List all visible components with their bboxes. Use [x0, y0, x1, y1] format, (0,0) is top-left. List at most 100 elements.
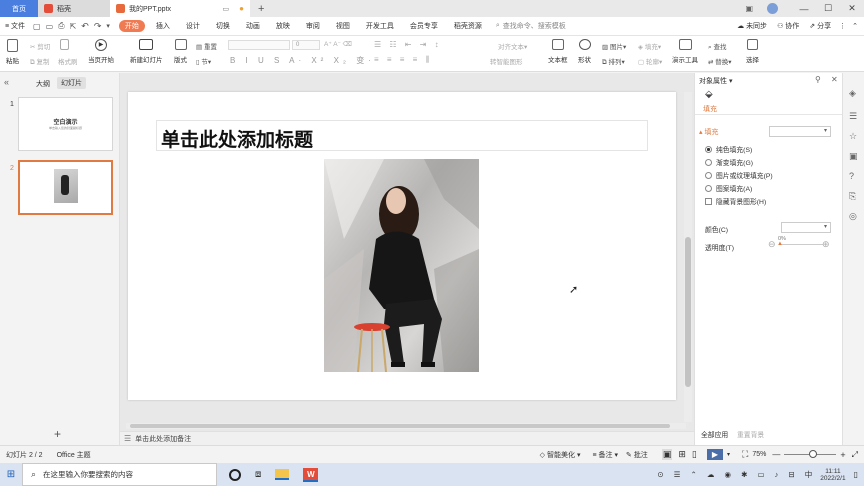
style-icon[interactable]: ◈ [849, 88, 856, 99]
zoom-level[interactable]: 75% [752, 451, 766, 458]
pin-icon[interactable]: ⚲ [815, 75, 821, 84]
slide-thumbnail[interactable]: 空白演示 单击输入您的封面副标题 [18, 97, 113, 151]
fill-option-picture[interactable]: 图片或纹理填充(P) [705, 170, 773, 180]
menu-docer[interactable]: 稻壳资源 [446, 17, 490, 36]
menu-home[interactable]: 开始 [118, 20, 145, 32]
hide-background-checkbox[interactable]: 隐藏背景图形(H) [705, 196, 766, 206]
print-icon[interactable]: ⎙ [58, 21, 64, 31]
tab-home[interactable]: 首页 [0, 0, 38, 17]
layout-button[interactable]: 版式 [174, 39, 187, 64]
horizontal-scroll-thumb[interactable] [130, 424, 670, 428]
undo-icon[interactable]: ↶ [81, 21, 89, 32]
textbox-button[interactable]: 文本框 [548, 39, 568, 64]
outline-button[interactable]: ▢ 轮廓▾ [638, 56, 662, 66]
wps-app-icon[interactable]: W [303, 467, 319, 482]
fit-window-icon[interactable]: ⛶ [742, 449, 748, 460]
align-group[interactable]: ≡ ≡ ≡ ≡ ⫼ [374, 55, 432, 65]
minimize-button[interactable]: — [792, 4, 816, 14]
menu-design[interactable]: 设计 [178, 17, 208, 36]
transparency-slider[interactable] [779, 244, 823, 245]
ime-indicator[interactable]: 中 [805, 469, 813, 480]
reset-button[interactable]: ▤ 重置 [196, 41, 217, 51]
save-icon[interactable]: ▢ [33, 22, 41, 31]
vertical-scrollbar[interactable] [684, 92, 692, 422]
plus-circle-icon[interactable]: ⊕ [822, 239, 830, 250]
add-slide-button[interactable]: + [54, 427, 61, 441]
fill-option-gradient[interactable]: 渐变填充(G) [705, 157, 753, 167]
reading-view-icon[interactable]: ▯ [692, 449, 697, 460]
slides-icon[interactable]: ▣ [849, 151, 858, 162]
align-text-button[interactable]: 对齐文本▾ [498, 41, 527, 51]
from-current-button[interactable]: ▶ 当页开始 [88, 39, 114, 64]
smartart-button[interactable]: 转智能图形 [490, 56, 523, 66]
help-icon[interactable]: ? [849, 171, 854, 181]
select-button[interactable]: 选择 [746, 39, 759, 64]
new-tab-button[interactable]: + [250, 3, 272, 15]
new-slide-button[interactable]: 新建幻灯片 [130, 39, 163, 64]
more-icon[interactable]: ⋮ [839, 22, 846, 30]
replace-button[interactable]: ⇄ 替换▾ [708, 56, 732, 66]
animation-icon[interactable]: ☆ [849, 131, 857, 142]
shape-button[interactable]: 形状 [578, 39, 591, 64]
export-icon[interactable]: ⇱ [70, 22, 77, 31]
normal-view-icon[interactable]: ▣ [661, 449, 673, 460]
notification-icon[interactable]: ▯ [854, 470, 858, 479]
file-menu[interactable]: ≡ 文件 [0, 17, 33, 36]
apply-all-button[interactable]: 全部应用 [701, 429, 728, 439]
menu-developer[interactable]: 开发工具 [358, 17, 402, 36]
tab-docer[interactable]: 稻壳 [38, 0, 110, 17]
menu-review[interactable]: 审阅 [298, 17, 328, 36]
tab-document[interactable]: 我的PPT.pptx ▭ ● [110, 0, 250, 17]
share-button[interactable]: ⇗ 分享 [809, 21, 831, 31]
close-button[interactable]: ✕ [840, 3, 864, 14]
minus-circle-icon[interactable]: ⊖ [768, 239, 776, 250]
tab-outline[interactable]: 大纲 [36, 79, 50, 89]
tab-slides[interactable]: 幻灯片 [57, 77, 86, 89]
tray-icons[interactable]: ⊙ ☰ ⌃ ☁ ◉ ✱ ▭ ♪ ⊟ [657, 470, 798, 479]
paste-button[interactable]: 粘贴 [6, 39, 19, 65]
collab-button[interactable]: ⚇ 协作 [777, 21, 799, 31]
picture-button[interactable]: ▨ 图片▾ [602, 41, 626, 51]
arrange-button[interactable]: ⧉ 排列▾ [602, 56, 625, 67]
notes-toggle-button[interactable]: ≡ 备注 ▾ [592, 450, 618, 460]
menu-view[interactable]: 视图 [328, 17, 358, 36]
file-explorer-icon[interactable] [275, 469, 290, 480]
redo-icon[interactable]: ↷ [94, 21, 102, 32]
customize-icon[interactable]: ▾ [106, 22, 110, 30]
fill-section-label[interactable]: ▴ 填充 [699, 127, 718, 137]
menu-member[interactable]: 会员专享 [402, 17, 446, 36]
font-name-select[interactable] [228, 40, 290, 50]
command-search[interactable]: ⌕ 查找命令、搜索模板 [496, 21, 566, 31]
format-painter-button[interactable]: 格式刷 [58, 56, 78, 66]
monitor-icon[interactable]: ▭ [223, 5, 230, 13]
restore-layout-icon[interactable]: ▣ [745, 4, 753, 13]
font-grow-icon[interactable]: A⁺ A⁻ ⌫ [324, 40, 352, 48]
section-button[interactable]: ▯ 节▾ [196, 56, 211, 66]
paragraph-group[interactable]: ☰ ☷ ⇤ ⇥ ↕ [374, 40, 442, 49]
title-placeholder[interactable]: 单击此处添加标题 [156, 120, 648, 151]
menu-transition[interactable]: 切换 [208, 17, 238, 36]
close-panel-icon[interactable]: ✕ [831, 75, 838, 84]
find-button[interactable]: ⌕ 查找 [708, 41, 726, 52]
clock[interactable]: 11:11 2022/2/1 [820, 468, 845, 482]
beautify-button[interactable]: ◇ 智能美化 ▾ [540, 450, 581, 460]
slideshow-dropdown-icon[interactable]: ▾ [727, 451, 730, 458]
fill-option-pattern[interactable]: 图案填充(A) [705, 183, 752, 193]
notes-pane[interactable]: ☰ 单击此处添加备注 [120, 431, 694, 445]
avatar[interactable] [767, 3, 778, 14]
task-view-icon[interactable]: ⧈ [255, 469, 261, 480]
maximize-button[interactable]: ☐ [816, 3, 840, 14]
presenter-tools-button[interactable]: 演示工具 [672, 39, 698, 64]
cut-button[interactable]: ✂ 剪切 [30, 41, 50, 51]
location-icon[interactable]: ◎ [849, 211, 857, 222]
fill-type-select[interactable]: ▾ [769, 126, 831, 137]
font-style-group[interactable]: B I U S A· X² X₂ 变· [230, 55, 375, 66]
collapse-panel-icon[interactable]: « [4, 77, 9, 87]
play-slideshow-button[interactable]: ▶ [706, 449, 723, 460]
fullscreen-icon[interactable]: ⤢ [852, 450, 858, 460]
copy-button[interactable]: ⧉ 复制 [30, 56, 49, 67]
sync-button[interactable]: ☁ 未同步 [737, 21, 767, 31]
windows-start-icon[interactable]: ⊞ [0, 469, 22, 480]
fill-option-solid[interactable]: 纯色填充(S) [705, 144, 752, 154]
collapse-ribbon-icon[interactable]: ⌃ [852, 22, 858, 30]
